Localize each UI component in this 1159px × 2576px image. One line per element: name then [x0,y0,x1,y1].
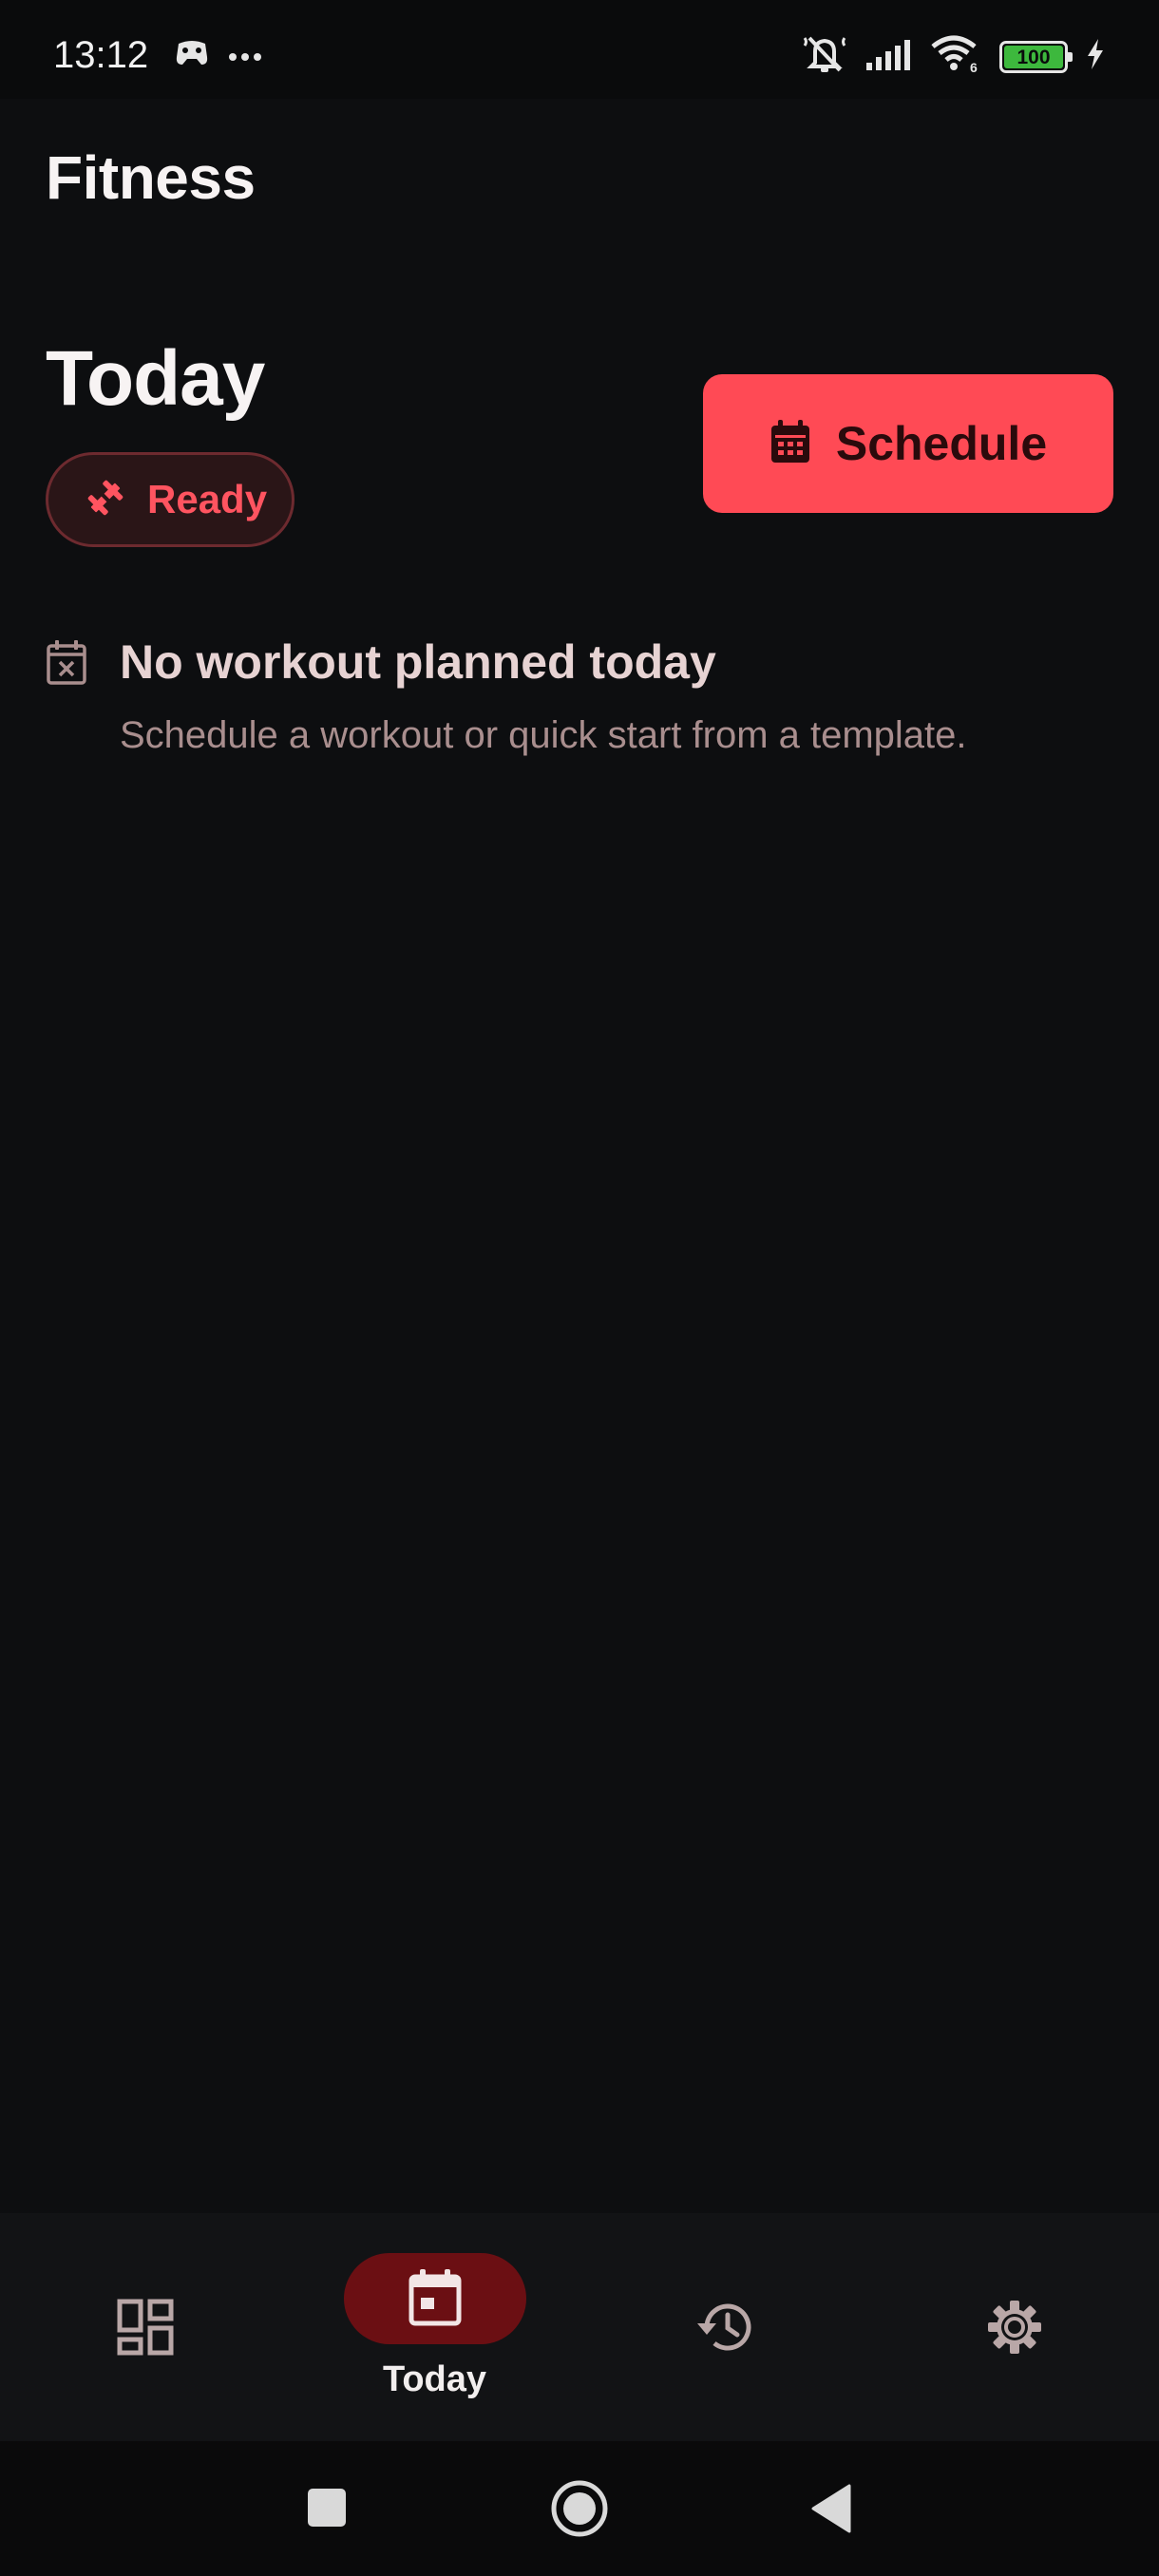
calendar-icon [770,419,811,469]
status-right-icons: 6 100 [802,34,1106,79]
schedule-button[interactable]: Schedule [703,374,1113,513]
game-controller-icon [173,38,211,77]
empty-state-title: No workout planned today [120,635,716,689]
nav-item-history[interactable] [580,2213,869,2441]
recents-square-icon[interactable] [306,2487,348,2533]
back-triangle-icon[interactable] [809,2483,853,2539]
gear-icon [985,2298,1044,2361]
status-chip: Ready [46,452,294,547]
calendar-x-icon [46,638,87,691]
system-navigation-bar [0,2441,1159,2576]
home-circle-icon[interactable] [550,2479,609,2543]
nav-item-today[interactable]: Today [290,2213,580,2441]
status-chip-label: Ready [147,477,268,521]
dashboard-grid-icon [117,2299,174,2360]
battery-icon: 100 [999,40,1073,73]
nav-active-indicator [343,2253,526,2344]
status-left-icons [173,38,262,77]
nav-item-settings[interactable] [869,2213,1159,2441]
status-bar: 13:12 6 100 [0,0,1159,99]
bottom-navigation: Today [0,2213,1159,2441]
nav-item-dashboard[interactable] [0,2213,290,2441]
history-icon [694,2299,756,2360]
more-dots-icon [228,49,262,66]
cellular-signal-icon [864,38,914,75]
page-title: Today [46,335,265,422]
charging-bolt-icon [1085,38,1106,75]
calendar-today-icon [408,2267,462,2331]
wifi-6-icon: 6 [931,35,982,78]
app-title: Fitness [46,143,256,212]
dumbbell-icon [85,477,126,523]
nav-item-label: Today [382,2359,487,2399]
schedule-button-label: Schedule [835,417,1048,470]
status-time: 13:12 [53,34,149,76]
notifications-muted-icon [802,34,847,79]
empty-state-subtitle: Schedule a workout or quick start from a… [120,714,967,756]
svg-text:6: 6 [970,60,978,73]
battery-level-text: 100 [1016,46,1051,68]
